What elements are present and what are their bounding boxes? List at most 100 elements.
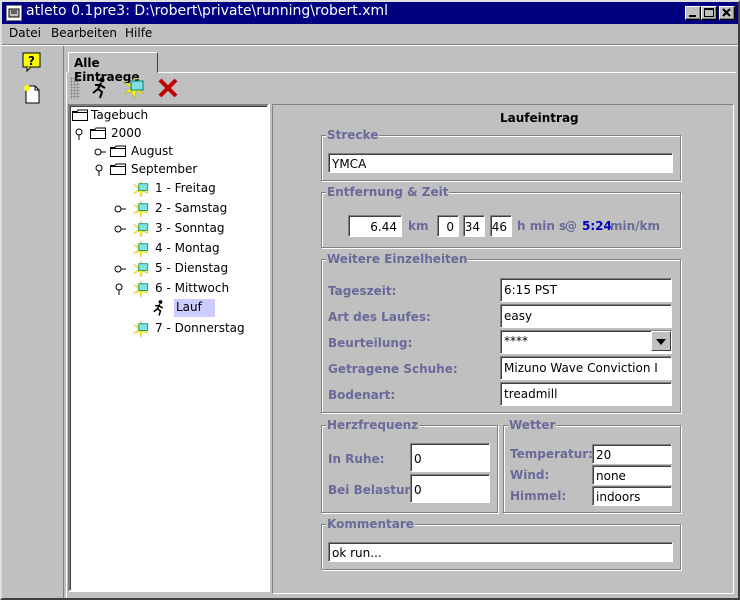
day-entry-icon: [132, 220, 150, 238]
day-entry-icon: [132, 180, 150, 198]
close-button[interactable]: [719, 6, 735, 20]
day-entry-icon: [132, 240, 150, 258]
temperatur-field[interactable]: 20: [592, 444, 672, 464]
tree-label-day: 2 - Samstag: [155, 201, 228, 215]
tree-label-year: 2000: [111, 126, 142, 140]
app-icon: [6, 5, 22, 21]
belastung-field[interactable]: 0: [410, 474, 490, 503]
distance-km-field[interactable]: 6.44: [348, 215, 402, 237]
art-des-laufes-label: Art des Laufes:: [328, 310, 431, 324]
schuhe-label: Getragene Schuhe:: [328, 362, 458, 376]
toolbar: [70, 74, 730, 102]
menu-datei[interactable]: Datei: [9, 26, 41, 40]
tree-label-lauf: Lauf: [174, 299, 215, 317]
group-label-details: Weitere Einzelheiten: [326, 252, 469, 266]
day-entry-icon: [132, 280, 150, 298]
day-entry-icon: [132, 320, 150, 338]
km-unit-label: km: [408, 219, 429, 233]
seconds-field[interactable]: 46: [490, 215, 512, 237]
collapsed-handle-icon[interactable]: [114, 203, 126, 213]
tree-node-september[interactable]: September: [94, 161, 254, 179]
collapsed-handle-icon[interactable]: [114, 263, 126, 273]
pace-value: 5:24: [582, 219, 612, 233]
beurteilung-select[interactable]: ****: [500, 330, 672, 354]
expanded-handle-icon[interactable]: [94, 164, 104, 176]
delete-icon[interactable]: [156, 76, 180, 100]
beurteilung-value: ****: [504, 334, 528, 348]
title-bar[interactable]: atleto 0.1pre3: D:\robert\private\runnin…: [2, 2, 738, 24]
himmel-label: Himmel:: [510, 489, 567, 503]
expanded-handle-icon[interactable]: [74, 128, 84, 140]
tree-node-day-4[interactable]: 4 - Montag: [114, 240, 254, 258]
tree-label-day: 3 - Sonntag: [155, 221, 225, 235]
strecke-field[interactable]: YMCA: [328, 153, 673, 173]
new-document-icon[interactable]: [21, 83, 43, 105]
new-entry-icon[interactable]: [122, 76, 146, 100]
left-toolbar: [2, 46, 64, 598]
group-label-kommentare: Kommentare: [326, 517, 415, 531]
at-label: @: [565, 219, 577, 233]
tree-label-day: 4 - Montag: [155, 241, 220, 255]
collapsed-handle-icon[interactable]: [114, 223, 126, 233]
menu-bar: Datei Bearbeiten Hilfe: [2, 24, 738, 44]
pace-unit-label: min/km: [610, 219, 661, 233]
temperatur-label: Temperatur:: [510, 447, 593, 461]
window-title: atleto 0.1pre3: D:\robert\private\runnin…: [26, 3, 389, 19]
hours-field[interactable]: 0: [437, 215, 459, 237]
folder-icon: [110, 163, 126, 175]
tree-node-day-3[interactable]: 3 - Sonntag: [114, 220, 254, 238]
tree-label-day: 7 - Donnerstag: [155, 321, 245, 335]
tree-label-month: August: [131, 144, 173, 158]
ruhe-label: In Ruhe:: [328, 452, 385, 466]
tree-node-day-6[interactable]: 6 - Mittwoch: [114, 280, 254, 298]
maximize-button[interactable]: [701, 6, 717, 20]
beurteilung-label: Beurteilung:: [328, 336, 413, 350]
tab-alle-eintraege[interactable]: Alle Eintraege: [68, 52, 158, 84]
group-label-entfernung: Entfernung & Zeit: [326, 185, 450, 199]
group-label-strecke: Strecke: [326, 128, 380, 142]
form-title: Laufeintrag: [500, 111, 579, 125]
folder-icon: [110, 145, 126, 157]
minimize-button[interactable]: [685, 6, 701, 20]
chevron-down-icon[interactable]: [651, 331, 671, 351]
minutes-field[interactable]: 34: [463, 215, 485, 237]
day-entry-icon: [132, 200, 150, 218]
day-entry-icon: [132, 260, 150, 278]
tree-label-day: 1 - Freitag: [155, 181, 216, 195]
tree-node-root[interactable]: Tagebuch: [72, 107, 262, 125]
group-label-herz: Herzfrequenz: [326, 418, 420, 432]
tree-node-august[interactable]: August: [94, 143, 254, 161]
bodenart-field[interactable]: treadmill: [500, 382, 672, 406]
expanded-handle-icon[interactable]: [114, 283, 124, 295]
kommentare-field[interactable]: ok run...: [328, 542, 673, 562]
tree-label-month: September: [131, 162, 198, 176]
schuhe-field[interactable]: Mizuno Wave Conviction I: [500, 356, 672, 380]
tree-node-day-1[interactable]: 1 - Freitag: [114, 180, 254, 198]
group-label-wetter: Wetter: [508, 418, 557, 432]
art-des-laufes-field[interactable]: easy: [500, 304, 672, 328]
tree-node-day-5[interactable]: 5 - Dienstag: [114, 260, 254, 278]
toolbar-grip[interactable]: [70, 77, 80, 99]
tree-label-day: 6 - Mittwoch: [155, 281, 230, 295]
time-unit-label: h min s: [517, 219, 567, 233]
folder-icon: [72, 109, 88, 121]
tree-node-day-7[interactable]: 7 - Donnerstag: [114, 320, 254, 338]
menu-separator: [2, 44, 738, 46]
tree-node-day-2[interactable]: 2 - Samstag: [114, 200, 254, 218]
menu-bearbeiten[interactable]: Bearbeiten: [51, 26, 117, 40]
folder-icon: [90, 127, 106, 139]
ruhe-field[interactable]: 0: [410, 443, 490, 472]
runner-icon: [150, 299, 168, 317]
tageszeit-field[interactable]: 6:15 PST: [500, 278, 672, 302]
help-icon[interactable]: ?: [21, 51, 43, 73]
wind-label: Wind:: [510, 468, 550, 482]
menu-hilfe[interactable]: Hilfe: [125, 26, 152, 40]
runner-icon[interactable]: [88, 76, 112, 100]
collapsed-handle-icon[interactable]: [94, 146, 106, 156]
bodenart-label: Bodenart:: [328, 388, 396, 402]
tree-node-lauf[interactable]: Lauf: [150, 299, 220, 317]
himmel-field[interactable]: indoors: [592, 486, 672, 506]
wind-field[interactable]: none: [592, 465, 672, 485]
svg-text:?: ?: [28, 54, 35, 68]
tree-node-year[interactable]: 2000: [74, 125, 264, 143]
